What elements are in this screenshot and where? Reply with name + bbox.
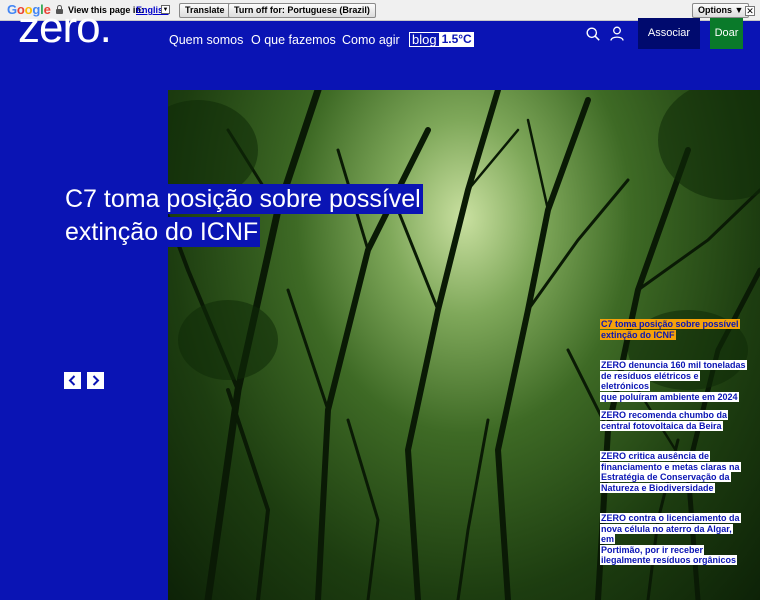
- blog-temperature: 1.5°C: [439, 32, 474, 47]
- translate-button[interactable]: Translate: [179, 3, 231, 18]
- nav-como-agir[interactable]: Como agir: [342, 33, 400, 47]
- associar-button[interactable]: Associar: [638, 18, 700, 49]
- news-item[interactable]: ZERO critica ausência de financiamento e…: [600, 451, 748, 493]
- news-item[interactable]: C7 toma posição sobre possível extinção …: [600, 319, 748, 340]
- user-icon[interactable]: [610, 26, 624, 41]
- site-logo[interactable]: zero.: [18, 6, 112, 50]
- nav-quem-somos[interactable]: Quem somos: [169, 33, 243, 47]
- blog-label: blog: [409, 32, 440, 47]
- turn-off-button[interactable]: Turn off for: Portuguese (Brazil): [228, 3, 376, 18]
- news-item[interactable]: ZERO recomenda chumbo da central fotovol…: [600, 410, 748, 431]
- hero-headline[interactable]: C7 toma posição sobre possível extinção …: [63, 183, 423, 249]
- nav-o-que-fazemos[interactable]: O que fazemos: [251, 33, 336, 47]
- nav-blog[interactable]: blog 1.5°C: [409, 32, 474, 47]
- doar-button[interactable]: Doar: [710, 18, 743, 49]
- news-item[interactable]: ZERO denuncia 160 mil toneladas de resíd…: [600, 360, 748, 402]
- language-dropdown-icon[interactable]: ▼: [161, 5, 170, 14]
- carousel-next-button[interactable]: [87, 372, 104, 389]
- carousel-prev-button[interactable]: [64, 372, 81, 389]
- options-button[interactable]: Options ▼: [692, 3, 750, 18]
- close-icon[interactable]: ✕: [745, 6, 755, 16]
- chevron-right-icon: [92, 375, 100, 386]
- news-item[interactable]: ZERO contra o licenciamento da nova célu…: [600, 513, 748, 566]
- chevron-left-icon: [68, 375, 76, 386]
- search-icon[interactable]: [586, 27, 600, 41]
